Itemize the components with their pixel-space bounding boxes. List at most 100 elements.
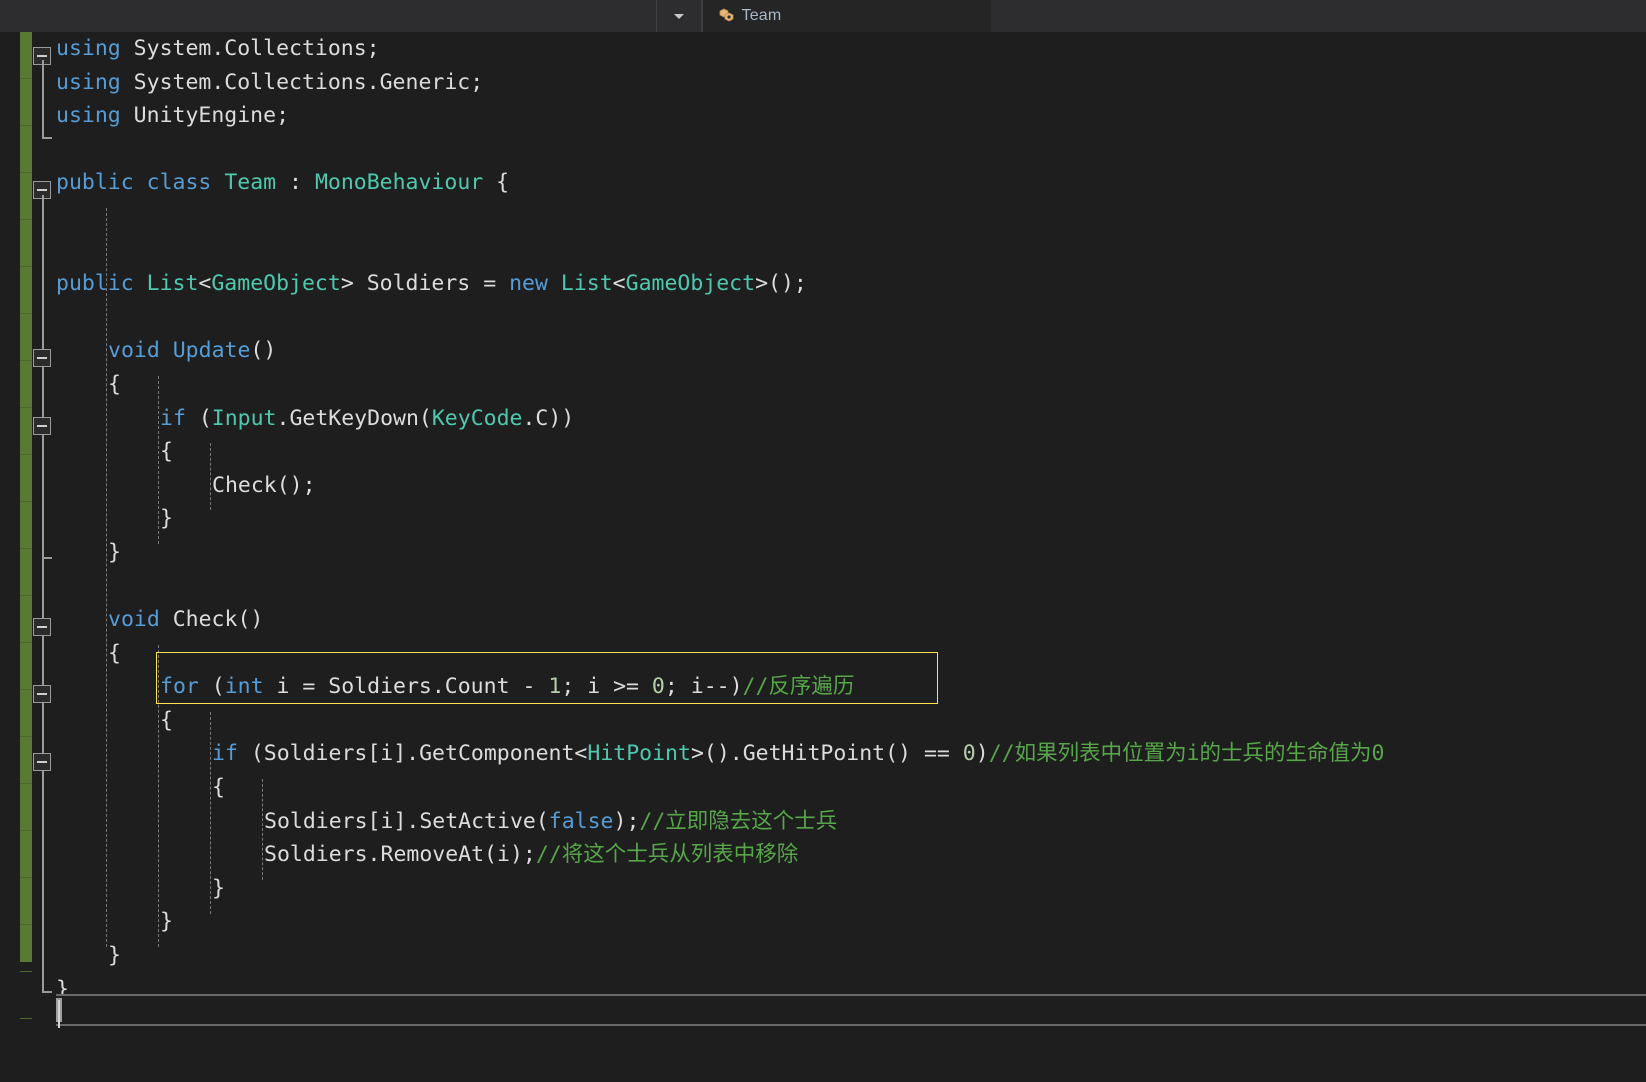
code-token: Check(): [159, 607, 264, 633]
tab-label: Team: [741, 7, 782, 24]
code-line[interactable]: if (Input.GetKeyDown(KeyCode.C)): [56, 402, 1646, 436]
code-line[interactable]: using System.Collections.Generic;: [56, 66, 1646, 100]
fold-toggle-icon[interactable]: [33, 416, 51, 435]
horizontal-scrollbar[interactable]: [56, 994, 1646, 1026]
code-token: {: [108, 640, 121, 666]
code-line[interactable]: {: [56, 435, 1646, 469]
code-token: void: [108, 338, 160, 364]
fold-end-tick: [42, 137, 52, 140]
change-bar-segment: [20, 972, 32, 1019]
code-token: }: [108, 943, 121, 969]
member-dropdown-button[interactable]: [656, 0, 702, 32]
class-icon: [717, 7, 735, 25]
code-token: ): [975, 741, 989, 767]
code-line[interactable]: [56, 234, 1646, 268]
code-line[interactable]: }: [56, 939, 1646, 973]
code-line[interactable]: }: [56, 872, 1646, 906]
code-token: i = Soldiers.Count -: [263, 674, 549, 700]
code-text-area[interactable]: using System.Collections; using System.Co…: [56, 32, 1646, 1006]
code-token: );: [613, 808, 640, 834]
change-bar-segment: [20, 643, 32, 690]
fold-toggle-icon[interactable]: [33, 349, 51, 368]
code-token: Soldiers[i].SetActive(: [264, 808, 549, 834]
code-token: {: [160, 439, 173, 465]
editor-toolbar: Team: [0, 0, 1646, 33]
code-line[interactable]: if (Soldiers[i].GetComponent<HitPoint>()…: [56, 737, 1646, 771]
change-bar-segment: [20, 455, 32, 502]
code-line[interactable]: Soldiers.RemoveAt(i);//将这个士兵从列表中移除: [56, 838, 1646, 872]
code-line[interactable]: [56, 301, 1646, 335]
code-token: :: [276, 170, 315, 196]
code-line[interactable]: public List<GameObject> Soldiers = new L…: [56, 267, 1646, 301]
code-line[interactable]: Soldiers[i].SetActive(false);//立即隐去这个士兵: [56, 805, 1646, 839]
code-token: if: [212, 741, 238, 767]
change-bar-segment: [20, 267, 32, 314]
code-token: Team: [224, 170, 277, 196]
code-line[interactable]: [56, 133, 1646, 167]
editor-surface[interactable]: using System.Collections; using System.Co…: [0, 32, 1646, 1082]
code-token: <: [198, 271, 212, 297]
code-line[interactable]: for (int i = Soldiers.Count - 1; i >= 0;…: [56, 670, 1646, 704]
code-token: public: [56, 271, 134, 297]
code-token: //反序遍历: [742, 674, 855, 700]
code-line[interactable]: public class Team : MonoBehaviour {: [56, 166, 1646, 200]
code-line[interactable]: {: [56, 368, 1646, 402]
code-line[interactable]: [56, 570, 1646, 604]
tab-team[interactable]: Team: [701, 0, 991, 32]
toolbar-left-spacer: [0, 0, 657, 32]
change-bar-segment: [20, 690, 32, 737]
code-token: System.Collections.Generic;: [120, 69, 484, 95]
code-line[interactable]: {: [56, 771, 1646, 805]
code-line[interactable]: }: [56, 502, 1646, 536]
change-bar-segment: [20, 314, 32, 361]
code-token: (: [198, 674, 225, 700]
fold-toggle-icon[interactable]: [33, 685, 51, 704]
code-token: int: [224, 674, 264, 700]
code-token: if: [160, 405, 186, 431]
code-token: }: [108, 539, 121, 565]
code-line[interactable]: Check();: [56, 469, 1646, 503]
code-line[interactable]: using UnityEngine;: [56, 99, 1646, 133]
code-line[interactable]: void Check(): [56, 603, 1646, 637]
code-line[interactable]: {: [56, 637, 1646, 671]
fold-rail: [42, 349, 44, 558]
code-token: UnityEngine;: [120, 103, 290, 129]
code-editor-window: Team using System.Collections; using Syst…: [0, 0, 1646, 1082]
code-token: //将这个士兵从列表中移除: [535, 842, 799, 868]
code-token: System.Collections;: [120, 36, 380, 61]
code-line[interactable]: {: [56, 704, 1646, 738]
code-token: KeyCode: [431, 405, 523, 431]
code-token: }: [160, 506, 173, 532]
code-line[interactable]: using System.Collections;: [56, 32, 1646, 66]
code-token: (): [250, 338, 277, 364]
code-token: > Soldiers =: [340, 271, 510, 297]
code-token: ; i >=: [561, 674, 652, 700]
change-bar-segment: [20, 408, 32, 455]
code-token: {: [483, 170, 510, 196]
code-token: GameObject: [211, 271, 341, 297]
code-line[interactable]: [56, 200, 1646, 234]
fold-toggle-icon[interactable]: [33, 618, 51, 637]
change-bar-segment: [20, 220, 32, 267]
code-line[interactable]: }: [56, 905, 1646, 939]
code-token: 1: [548, 674, 562, 700]
code-token: ; i--): [664, 674, 743, 700]
fold-rail: [42, 194, 44, 991]
code-token: void: [108, 607, 160, 633]
code-token: for: [160, 674, 199, 700]
code-line[interactable]: }: [56, 536, 1646, 570]
change-bar-segment: [20, 126, 32, 173]
code-token: {: [212, 775, 225, 801]
code-line[interactable]: void Update(): [56, 334, 1646, 368]
code-token: MonoBehaviour: [314, 170, 484, 196]
code-token: List: [560, 271, 613, 297]
fold-end-tick: [42, 990, 52, 993]
change-bar-segment: [20, 596, 32, 643]
fold-toggle-icon[interactable]: [33, 752, 51, 771]
code-token: {: [108, 371, 121, 397]
code-token: Soldiers.RemoveAt(i);: [264, 842, 536, 868]
